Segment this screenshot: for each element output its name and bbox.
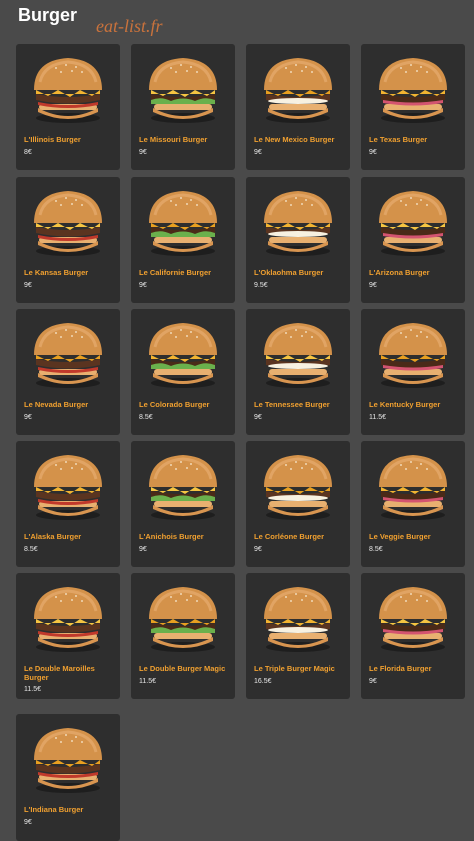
menu-item-card[interactable]: Le Corléone Burger 9€ xyxy=(246,441,350,567)
burger-image xyxy=(141,315,225,391)
burger-image xyxy=(256,447,340,523)
burger-image xyxy=(141,579,225,655)
item-price: 9€ xyxy=(24,819,32,826)
item-name: Le Kentucky Burger xyxy=(369,400,441,409)
menu-item-card[interactable]: Le Triple Burger Magic 16.5€ xyxy=(246,573,350,699)
burger-image xyxy=(26,579,110,655)
item-name: L'Arizona Burger xyxy=(369,268,430,277)
item-name: Le Double Maroilles Burger xyxy=(24,664,95,682)
menu-item-card[interactable]: Le Florida Burger 9€ xyxy=(361,573,465,699)
menu-item-card[interactable]: Le Nevada Burger 9€ xyxy=(16,309,120,435)
burger-image xyxy=(26,447,110,523)
item-name: Le Californie Burger xyxy=(139,268,212,277)
item-price: 11.5€ xyxy=(139,678,156,685)
item-name: Le Texas Burger xyxy=(369,135,428,144)
menu-item-card[interactable]: Le Kansas Burger 9€ xyxy=(16,177,120,303)
watermark: eat-list.fr xyxy=(96,16,163,36)
page-title: Burger xyxy=(18,5,78,25)
item-price: 9.5€ xyxy=(254,282,268,289)
burger-image xyxy=(26,50,110,126)
burger-image xyxy=(26,720,110,796)
item-name: L'Illinois Burger xyxy=(24,135,81,144)
item-name: L'Anichois Burger xyxy=(139,532,204,541)
menu-item-card[interactable]: Le Missouri Burger 9€ xyxy=(131,44,235,170)
burger-image xyxy=(371,579,455,655)
menu-item-card[interactable]: L'Oklaohma Burger 9.5€ xyxy=(246,177,350,303)
item-price: 9€ xyxy=(369,282,377,289)
item-price: 8.5€ xyxy=(369,546,383,553)
page-header: Burger eat-list.fr xyxy=(0,0,474,36)
item-price: 9€ xyxy=(139,546,147,553)
item-price: 11.5€ xyxy=(24,686,41,693)
burger-image xyxy=(141,447,225,523)
item-price: 8€ xyxy=(24,149,32,156)
item-name: L'Alaska Burger xyxy=(24,532,82,541)
item-price: 9€ xyxy=(24,282,32,289)
menu-item-card[interactable]: L'Alaska Burger 8.5€ xyxy=(16,441,120,567)
item-price: 16.5€ xyxy=(254,678,272,685)
menu-item-card[interactable]: Le Texas Burger 9€ xyxy=(361,44,465,170)
menu-item-card[interactable]: Le Californie Burger 9€ xyxy=(131,177,235,303)
burger-image xyxy=(371,183,455,259)
item-name: Le Tennessee Burger xyxy=(254,400,330,409)
menu-item-card[interactable]: L'Illinois Burger 8€ xyxy=(16,44,120,170)
burger-image xyxy=(371,447,455,523)
item-name: Le Colorado Burger xyxy=(139,400,210,409)
item-name: Le Kansas Burger xyxy=(24,268,89,277)
burger-image xyxy=(141,183,225,259)
item-price: 9€ xyxy=(369,678,377,685)
item-name: Le Triple Burger Magic xyxy=(254,664,335,673)
menu-item-card[interactable]: L'Arizona Burger 9€ xyxy=(361,177,465,303)
menu-item-card[interactable]: Le Double Burger Magic 11.5€ xyxy=(131,573,235,699)
item-name: Le Corléone Burger xyxy=(254,532,325,541)
menu-item-card[interactable]: L'Indiana Burger 9€ xyxy=(16,714,120,841)
menu-item-card[interactable]: L'Anichois Burger 9€ xyxy=(131,441,235,567)
item-price: 9€ xyxy=(24,414,32,421)
menu-item-card[interactable]: Le Double Maroilles Burger 11.5€ xyxy=(16,573,120,699)
item-price: 9€ xyxy=(254,414,262,421)
item-price: 8.5€ xyxy=(24,546,38,553)
item-name: Le New Mexico Burger xyxy=(254,135,335,144)
burger-image xyxy=(256,579,340,655)
item-name: Le Missouri Burger xyxy=(139,135,208,144)
item-price: 9€ xyxy=(369,149,377,156)
item-price: 9€ xyxy=(139,149,147,156)
item-price: 11.5€ xyxy=(369,414,386,421)
menu-item-card[interactable]: Le Tennessee Burger 9€ xyxy=(246,309,350,435)
item-price: 9€ xyxy=(254,149,262,156)
item-price: 9€ xyxy=(254,546,262,553)
item-name: Le Florida Burger xyxy=(369,664,432,673)
menu-item-card[interactable]: Le Veggie Burger 8.5€ xyxy=(361,441,465,567)
burger-image xyxy=(26,183,110,259)
burger-image xyxy=(141,50,225,126)
item-name: L'Oklaohma Burger xyxy=(254,268,324,277)
menu-item-card[interactable]: Le Kentucky Burger 11.5€ xyxy=(361,309,465,435)
item-name: Le Veggie Burger xyxy=(369,532,431,541)
item-name: L'Indiana Burger xyxy=(24,805,84,814)
burger-image xyxy=(256,315,340,391)
item-name: Le Nevada Burger xyxy=(24,400,89,409)
burger-image xyxy=(371,315,455,391)
menu-item-card[interactable]: Le Colorado Burger 8.5€ xyxy=(131,309,235,435)
burger-image xyxy=(256,183,340,259)
item-price: 9€ xyxy=(139,282,147,289)
menu-item-card[interactable]: Le New Mexico Burger 9€ xyxy=(246,44,350,170)
item-name: Le Double Burger Magic xyxy=(139,664,226,673)
burger-image xyxy=(256,50,340,126)
burger-image xyxy=(371,50,455,126)
item-price: 8.5€ xyxy=(139,414,153,421)
burger-image xyxy=(26,315,110,391)
